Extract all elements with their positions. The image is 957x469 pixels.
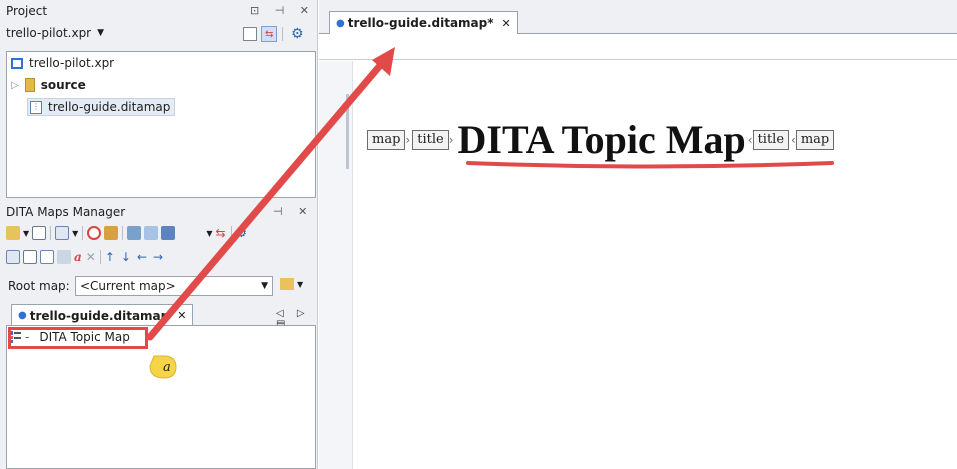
title-underline bbox=[466, 161, 834, 169]
annotation-overlay bbox=[146, 47, 834, 341]
callout-badge: a bbox=[149, 355, 180, 382]
callout-label: a bbox=[163, 360, 171, 375]
pointer-arrow bbox=[146, 58, 387, 341]
